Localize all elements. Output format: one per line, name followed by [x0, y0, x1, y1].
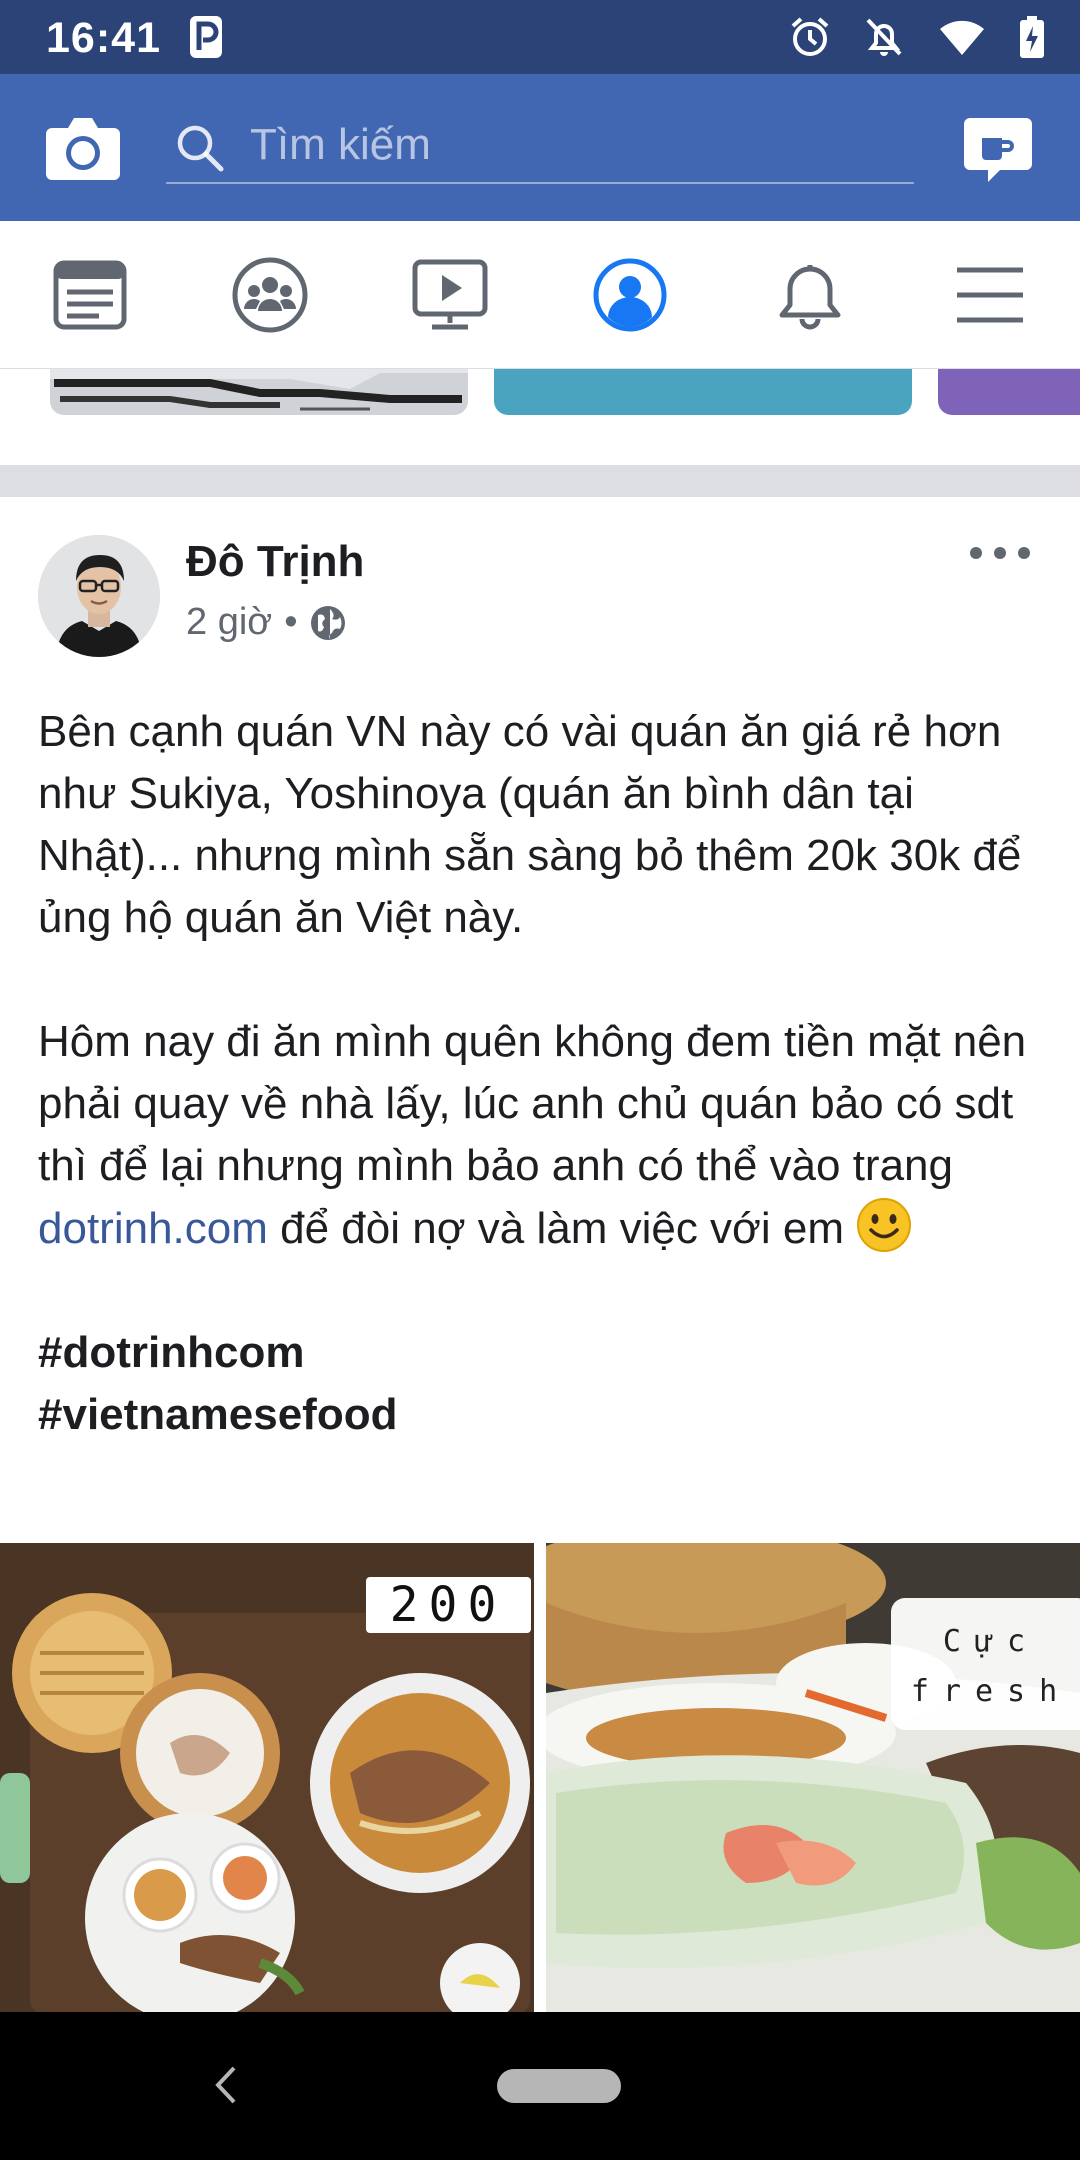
meta-separator: • [284, 601, 298, 643]
post-paragraph: Bên cạnh quán VN này có vài quán ăn giá … [38, 707, 1022, 942]
battery-icon [1020, 16, 1044, 58]
camera-icon[interactable] [46, 114, 120, 180]
profile-icon [593, 258, 667, 332]
search-bar[interactable]: Tìm kiếm [166, 108, 914, 184]
feed-divider [0, 465, 1080, 497]
notifications-off-icon [866, 18, 902, 56]
tab-notifications[interactable] [768, 253, 852, 337]
parking-app-icon [190, 16, 222, 58]
spring-roll-image: Cực fresh [546, 1543, 1080, 2012]
post-link[interactable]: dotrinh.com [38, 1204, 268, 1253]
status-icons [790, 14, 1044, 60]
globe-icon [310, 605, 345, 640]
status-bar: 16:41 [0, 0, 1080, 74]
more-dot [1018, 547, 1030, 559]
post-text-segment: để đòi nợ và làm việc với em [267, 1204, 857, 1253]
post-text-segment: Hôm nay đi ăn mình quên không đem tiền m… [38, 1017, 1027, 1190]
food-tray-image: 200 [0, 1543, 534, 2012]
search-input[interactable]: Tìm kiếm [250, 120, 431, 170]
messenger-icon[interactable] [962, 114, 1034, 186]
story-strip [0, 369, 1080, 465]
avatar[interactable] [38, 535, 160, 657]
story-card[interactable] [938, 369, 1080, 415]
story-card[interactable] [494, 369, 912, 415]
tab-bar [0, 221, 1080, 369]
story-card[interactable] [50, 369, 468, 415]
post-author[interactable]: Đô Trịnh [186, 537, 364, 587]
news-feed-icon [53, 260, 127, 330]
hashtag-link[interactable]: #dotrinhcom [38, 1328, 304, 1377]
wifi-icon [940, 20, 984, 55]
app-bar: Tìm kiếm [0, 74, 1080, 221]
tab-groups[interactable] [228, 253, 312, 337]
post-photo[interactable]: Cực fresh [546, 1543, 1080, 2012]
avatar-image [38, 535, 160, 657]
story-thumbnail [50, 373, 468, 415]
menu-icon [957, 267, 1023, 323]
feed-post: Đô Trịnh 2 giờ • Bên cạnh quán VN này có… [0, 497, 1080, 2012]
post-paragraph: Hôm nay đi ăn mình quên không đem tiền m… [38, 1011, 1048, 1260]
photo-caption-line-1: Cực [943, 1624, 1039, 1659]
more-dot [994, 547, 1006, 559]
tab-menu[interactable] [948, 253, 1032, 337]
photo-price-label: 200 [390, 1577, 507, 1633]
system-navigation-bar [0, 2012, 1080, 2160]
hashtag-link[interactable]: #vietnamesefood [38, 1390, 397, 1439]
groups-icon [232, 257, 308, 333]
tab-news-feed[interactable] [48, 253, 132, 337]
more-options-button[interactable] [970, 541, 1030, 565]
home-pill-button[interactable] [497, 2069, 621, 2103]
status-time: 16:41 [46, 14, 161, 62]
bell-icon [779, 265, 841, 330]
smiley-emoji-icon [857, 1198, 912, 1252]
post-photos: 200 Cực fresh [0, 1543, 1080, 2012]
back-icon[interactable] [210, 2062, 240, 2108]
post-body: Bên cạnh quán VN này có vài quán ăn giá … [38, 701, 1048, 1446]
tab-watch[interactable] [408, 253, 492, 337]
post-photo[interactable]: 200 [0, 1543, 534, 2012]
search-icon [177, 125, 224, 172]
post-meta: 2 giờ • [186, 601, 346, 644]
post-time[interactable]: 2 giờ [186, 601, 272, 644]
photo-caption-line-2: fresh [911, 1674, 1071, 1709]
more-dot [970, 547, 982, 559]
alarm-icon [791, 17, 829, 56]
watch-icon [412, 259, 488, 330]
post-hashtags: #dotrinhcom #vietnamesefood [38, 1322, 1048, 1446]
tab-profile[interactable] [588, 253, 672, 337]
